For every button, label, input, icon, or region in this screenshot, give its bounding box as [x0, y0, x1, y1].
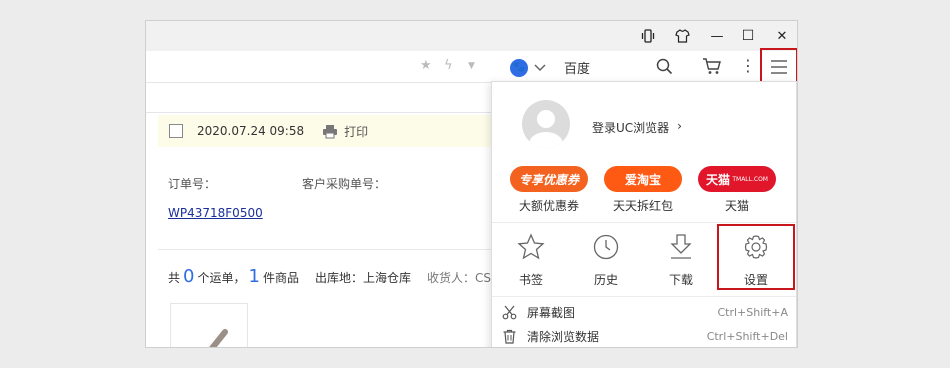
cart-icon[interactable]: [702, 57, 722, 78]
chevron-down-icon[interactable]: ▼: [468, 61, 475, 71]
trash-icon: [503, 329, 516, 344]
baidu-logo-icon: 🐾: [510, 58, 528, 77]
star-outline-icon: [517, 233, 545, 260]
customer-po-label: 客户采购单号：: [302, 177, 387, 191]
hamburger-icon: [771, 59, 787, 74]
address-toolbar: ★ ϟ ▼ 🐾 百度 ⋮: [146, 51, 797, 83]
main-menu-panel: 登录UC浏览器 › 专享优惠券 大额优惠券 爱淘宝 天天拆红包 天猫 TMALL…: [491, 81, 797, 347]
download-icon: [670, 234, 692, 259]
clear-data-label: 清除浏览数据: [527, 329, 600, 344]
clock-icon: [593, 234, 619, 260]
menu-item-screenshot[interactable]: 屏幕截图 Ctrl+Shift+A: [502, 301, 788, 323]
promo-tmall[interactable]: 天猫 TMALL.COM 天猫: [692, 166, 782, 214]
menu-bookmarks[interactable]: 书签: [496, 232, 566, 288]
menu-item-clear-data[interactable]: 清除浏览数据 Ctrl+Shift+Del: [502, 325, 788, 347]
clear-data-shortcut: Ctrl+Shift+Del: [706, 329, 788, 343]
waybill-label: 个运单，: [197, 271, 246, 285]
promo-aitaobao-caption: 天天拆红包: [612, 199, 673, 213]
bookmarks-label: 书签: [518, 273, 543, 287]
screenshot-label: 屏幕截图: [527, 305, 576, 320]
search-engine-selector[interactable]: 🐾 百度: [510, 58, 590, 77]
shipment-summary: 共 0 个运单， 1 件商品 出库地：上海仓库 收货人：CS: [168, 266, 491, 287]
waybill-count: 0: [183, 266, 195, 287]
promo-tmall-pill: 天猫 TMALL.COM: [698, 166, 776, 192]
settings-highlight: [717, 224, 795, 290]
phone-icon[interactable]: [639, 27, 657, 45]
order-checkbox[interactable]: [169, 124, 183, 138]
promo-aitaobao[interactable]: 爱淘宝 天天拆红包: [598, 166, 688, 214]
item-count: 1: [248, 266, 260, 287]
title-bar: — ☐ ✕: [146, 21, 797, 51]
scissors-icon: [502, 305, 517, 319]
divider: [158, 249, 498, 250]
tmall-name: 天猫: [706, 172, 731, 187]
maximize-button[interactable]: ☐: [739, 27, 757, 45]
more-options-icon[interactable]: ⋮: [740, 56, 756, 75]
product-thumbnail[interactable]: [170, 303, 248, 347]
star-icon[interactable]: ★: [420, 58, 432, 73]
menu-downloads[interactable]: 下载: [646, 232, 716, 288]
login-text: 登录UC浏览器: [592, 121, 670, 135]
search-engine-name: 百度: [564, 62, 591, 77]
shirt-icon[interactable]: [673, 27, 691, 45]
menu-history[interactable]: 历史: [571, 232, 641, 288]
promo-coupon-pill: 专享优惠券: [510, 166, 588, 192]
avatar[interactable]: [522, 100, 570, 148]
item-label: 件商品: [262, 271, 299, 285]
promo-coupon-caption: 大额优惠券: [518, 199, 579, 213]
engine-chevron-icon: [534, 63, 546, 71]
menu-separator: [492, 222, 796, 223]
lightning-icon[interactable]: ϟ: [444, 58, 453, 73]
main-menu-button[interactable]: [760, 48, 797, 85]
print-label: 打印: [344, 124, 369, 139]
warehouse-label: 出库地：上海仓库: [314, 271, 411, 285]
login-link[interactable]: 登录UC浏览器 ›: [592, 119, 682, 136]
menu-separator: [492, 296, 796, 297]
close-button[interactable]: ✕: [773, 27, 791, 45]
tmall-tag: TMALL.COM: [732, 175, 768, 183]
search-icon[interactable]: [656, 58, 673, 78]
summary-prefix: 共: [168, 271, 181, 285]
history-label: 历史: [593, 273, 618, 287]
printer-icon: [323, 124, 338, 138]
order-date: 2020.07.24 09:58: [197, 124, 305, 138]
browser-window: — ☐ ✕ ★ ϟ ▼ 🐾 百度 ⋮ 2020.07.24 09:58 打印 订…: [145, 20, 798, 348]
minimize-button[interactable]: —: [708, 27, 726, 45]
screenshot-shortcut: Ctrl+Shift+A: [717, 305, 788, 319]
promo-aitaobao-pill: 爱淘宝: [604, 166, 682, 192]
promo-coupon[interactable]: 专享优惠券 大额优惠券: [504, 166, 594, 214]
order-no-label: 订单号：: [168, 177, 217, 191]
order-header: 2020.07.24 09:58 打印: [158, 115, 498, 147]
order-number-link[interactable]: WP43718F0500: [168, 206, 263, 220]
promo-tmall-caption: 天猫: [724, 199, 749, 213]
receiver-label: 收货人：CS: [426, 271, 491, 285]
print-button[interactable]: 打印: [322, 123, 368, 140]
chevron-right-icon: ›: [677, 119, 682, 133]
downloads-label: 下载: [668, 273, 693, 287]
